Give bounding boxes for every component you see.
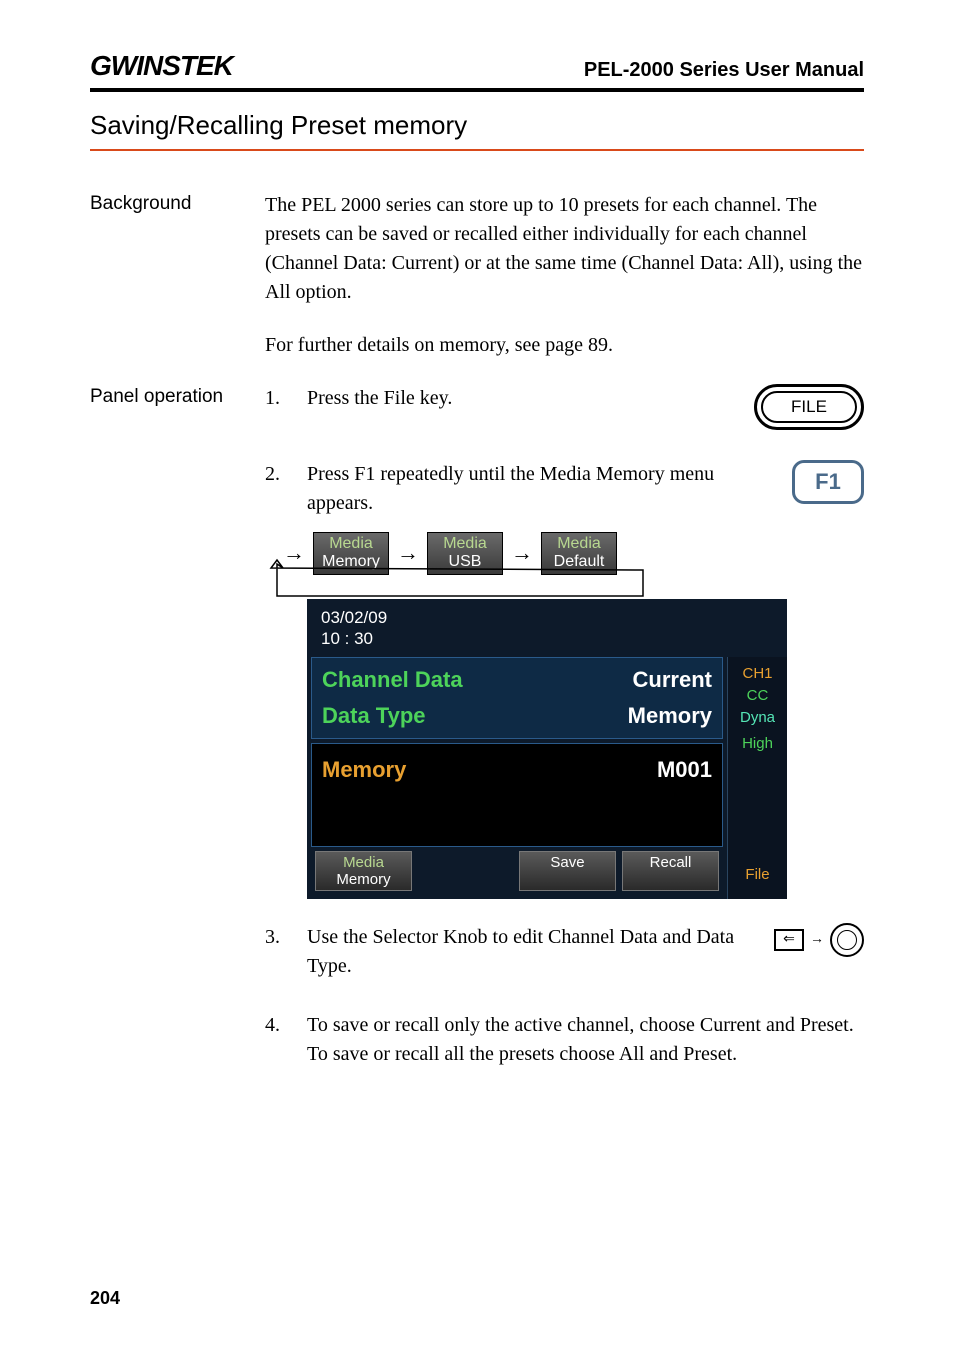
step-3: 3. Use the Selector Knob to edit Channel… [265, 923, 864, 981]
screen-upper-box: Channel Data Current Data Type Memory [311, 657, 723, 739]
side-file: File [728, 864, 787, 894]
softkey-save: Save [519, 851, 616, 892]
knob-icon [830, 923, 864, 957]
side-mode: CC [728, 685, 787, 707]
section-title: Saving/Recalling Preset memory [90, 110, 864, 151]
softkey-recall: Recall [622, 851, 719, 892]
file-key-graphic: FILE [754, 384, 864, 430]
media-usb-box: Media USB [427, 532, 503, 575]
side-range: High [728, 733, 787, 755]
arrow-icon: → [397, 537, 419, 569]
step-4-number: 4. [265, 1011, 307, 1040]
step-1-text: Press the File key. [307, 384, 744, 413]
panel-operation-row: Panel operation 1. Press the File key. F… [90, 384, 864, 1069]
channel-data-value: Current [633, 664, 712, 696]
memory-label: Memory [322, 754, 406, 786]
manual-title: PEL-2000 Series User Manual [584, 59, 864, 82]
data-type-label: Data Type [322, 700, 426, 732]
step-4-text: To save or recall only the active channe… [307, 1011, 864, 1069]
media-default-box: Media Default [541, 532, 617, 575]
screen-date: 03/02/09 [321, 607, 773, 628]
background-paragraph-2: For further details on memory, see page … [265, 331, 864, 360]
arrow-icon: → [810, 930, 824, 950]
f1-key-graphic: F1 [792, 460, 864, 504]
background-paragraph-1: The PEL 2000 series can store up to 10 p… [265, 191, 864, 307]
background-row: Background The PEL 2000 series can store… [90, 191, 864, 360]
side-dyna: Dyna [728, 707, 787, 729]
step-3-number: 3. [265, 923, 307, 952]
step-1-number: 1. [265, 384, 307, 413]
panel-operation-label: Panel operation [90, 384, 265, 408]
page-header: GWINSTEK PEL-2000 Series User Manual [90, 50, 864, 92]
arrow-icon: → [511, 537, 533, 569]
screen-time: 10 : 30 [321, 628, 773, 649]
side-channel: CH1 [728, 663, 787, 685]
step-2-text: Press F1 repeatedly until the Media Memo… [307, 460, 782, 518]
step-2-number: 2. [265, 460, 307, 489]
softkey-row: Media Memory Save Recall [311, 847, 723, 896]
background-label: Background [90, 191, 265, 215]
softkey-media-memory: Media Memory [315, 851, 412, 892]
f1-key-label: F1 [815, 466, 841, 498]
memory-value: M001 [657, 754, 712, 786]
media-cycle-diagram: → Media Memory → Media USB → Media Defau… [275, 532, 864, 575]
page-number: 204 [90, 1288, 120, 1309]
lcd-screenshot: 03/02/09 10 : 30 Channel Data Current Da… [307, 599, 864, 900]
softkey-empty [418, 851, 513, 892]
brand-logo: GWINSTEK [90, 50, 233, 82]
data-type-value: Memory [628, 700, 712, 732]
step-4: 4. To save or recall only the active cha… [265, 1011, 864, 1069]
channel-data-label: Channel Data [322, 664, 463, 696]
arrow-icon: → [283, 537, 305, 569]
media-memory-box: Media Memory [313, 532, 389, 575]
screen-side-panel: CH1 CC Dyna High File [727, 657, 787, 899]
tab-icon: ⇐ [774, 929, 804, 951]
step-2: 2. Press F1 repeatedly until the Media M… [265, 460, 864, 518]
selector-knob-graphic: ⇐ → [774, 923, 864, 957]
step-3-text: Use the Selector Knob to edit Channel Da… [307, 923, 764, 981]
step-1: 1. Press the File key. FILE [265, 384, 864, 430]
screen-lower-box: Memory M001 [311, 743, 723, 847]
